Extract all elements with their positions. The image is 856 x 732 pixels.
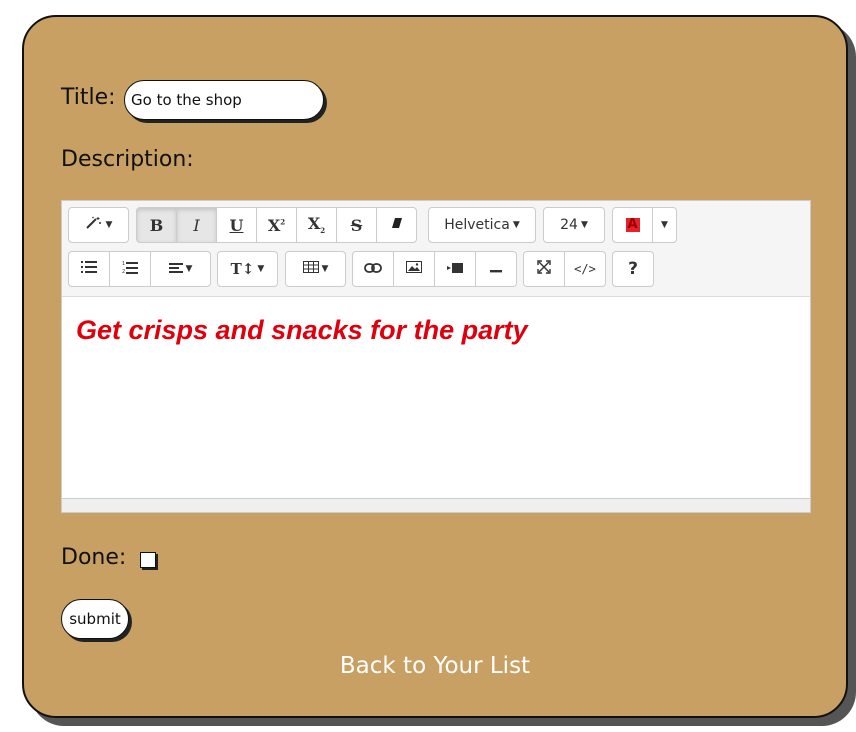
editor-resize-bar[interactable] <box>62 498 810 512</box>
superscript-button[interactable]: X2 <box>256 207 297 243</box>
chevron-down-icon: ▼ <box>321 264 329 274</box>
title-input[interactable] <box>124 80 324 120</box>
insert-link-button[interactable] <box>352 251 394 287</box>
font-size-dropdown[interactable]: 24 ▼ <box>543 207 605 243</box>
text-color-dropdown[interactable]: ▼ <box>652 207 677 243</box>
eraser-icon <box>391 217 403 233</box>
bullet-list-icon <box>81 261 97 277</box>
todo-form-card: Title: Description: ▼ B I U X2 X2 S Helv… <box>22 15 848 718</box>
description-label: Description: <box>61 147 194 172</box>
insert-video-button[interactable] <box>434 251 476 287</box>
chevron-down-icon: ▼ <box>512 220 520 230</box>
line-height-dropdown[interactable]: T↕ ▼ <box>217 251 278 287</box>
editor-toolbar: ▼ B I U X2 X2 S Helvetica ▼ 24 ▼ A ▼ 1 2… <box>62 201 810 297</box>
bold-button[interactable]: B <box>136 207 177 243</box>
paragraph-align-dropdown[interactable]: ▼ <box>150 251 211 287</box>
underline-icon: U <box>229 215 244 235</box>
text-height-icon: T↕ <box>230 260 255 278</box>
ordered-list-button[interactable]: 12 <box>109 251 151 287</box>
help-button[interactable]: ? <box>612 251 654 287</box>
table-dropdown[interactable]: ▼ <box>285 251 346 287</box>
insert-picture-button[interactable] <box>393 251 435 287</box>
help-icon: ? <box>628 259 638 279</box>
fullscreen-button[interactable] <box>523 251 565 287</box>
numbered-list-icon: 12 <box>122 261 138 278</box>
font-name-dropdown[interactable]: Helvetica ▼ <box>428 207 536 243</box>
minus-icon <box>490 261 502 277</box>
picture-icon <box>406 261 422 277</box>
back-to-list-link[interactable]: Back to Your List <box>24 653 846 679</box>
text-color-button[interactable]: A <box>612 207 653 243</box>
video-icon <box>447 261 463 277</box>
strikethrough-button[interactable]: S <box>336 207 377 243</box>
rich-text-editor: ▼ B I U X2 X2 S Helvetica ▼ 24 ▼ A ▼ 1 2… <box>61 200 811 513</box>
chevron-down-icon: ▼ <box>580 220 588 230</box>
horizontal-rule-button[interactable] <box>475 251 517 287</box>
expand-icon <box>537 260 551 278</box>
editor-content-text: Get crisps and snacks for the party <box>76 315 528 345</box>
done-label: Done: <box>61 545 127 570</box>
clear-format-button[interactable] <box>376 207 417 243</box>
underline-button[interactable]: U <box>216 207 257 243</box>
code-view-button[interactable]: </> <box>564 251 606 287</box>
superscript-icon: X2 <box>267 215 286 235</box>
code-icon: </> <box>574 262 596 276</box>
chevron-down-icon: ▼ <box>661 220 668 230</box>
svg-text:2: 2 <box>122 269 125 274</box>
chevron-down-icon: ▼ <box>185 264 193 274</box>
align-left-icon <box>168 261 183 277</box>
unordered-list-button[interactable] <box>68 251 110 287</box>
font-size-value: 24 <box>560 217 578 233</box>
strikethrough-icon: S <box>350 215 363 235</box>
font-name-value: Helvetica <box>444 217 510 233</box>
svg-text:1: 1 <box>122 261 125 267</box>
submit-button[interactable]: submit <box>61 599 129 639</box>
done-checkbox[interactable] <box>140 552 156 568</box>
title-label: Title: <box>61 85 116 110</box>
italic-button[interactable]: I <box>176 207 217 243</box>
chevron-down-icon: ▼ <box>105 220 113 230</box>
chevron-down-icon: ▼ <box>257 264 265 274</box>
style-dropdown-button[interactable]: ▼ <box>68 207 129 243</box>
magic-wand-icon <box>85 216 103 234</box>
subscript-icon: X2 <box>307 214 326 236</box>
editor-content-area[interactable]: Get crisps and snacks for the party <box>62 297 810 500</box>
subscript-button[interactable]: X2 <box>296 207 337 243</box>
link-icon <box>364 261 382 277</box>
font-color-icon: A <box>625 217 640 232</box>
italic-icon: I <box>193 215 200 235</box>
table-icon <box>302 261 319 277</box>
bold-icon: B <box>149 215 164 235</box>
